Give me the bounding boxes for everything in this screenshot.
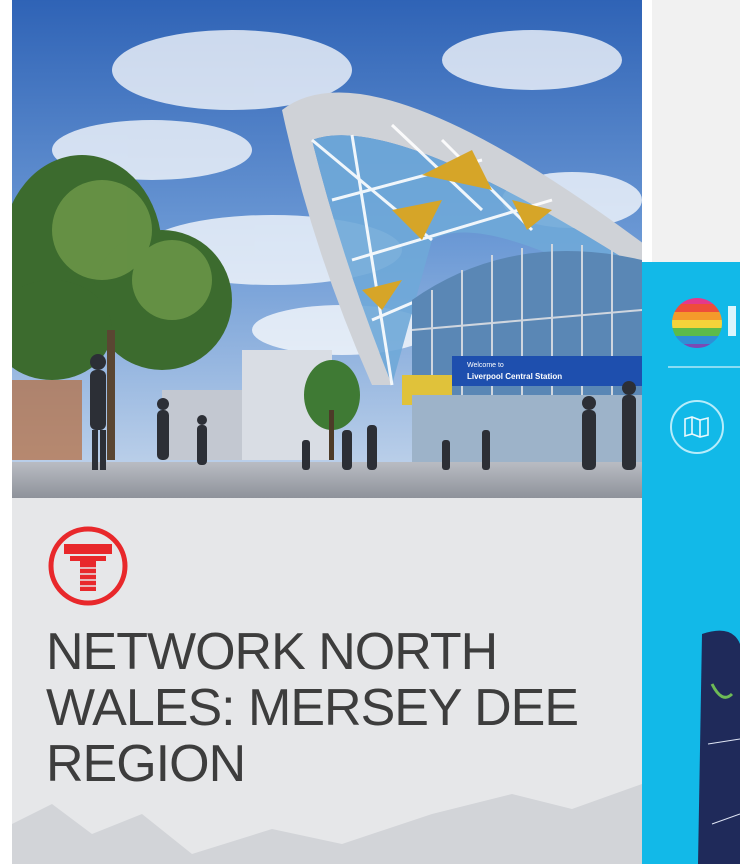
transport-t-logo-icon xyxy=(46,524,130,608)
map-preview xyxy=(698,630,740,864)
logo-text-fragment xyxy=(728,306,736,336)
rainbow-ball-logo-icon xyxy=(670,296,724,350)
next-card-peek[interactable] xyxy=(642,262,740,864)
title-line-1: NETWORK NORTH xyxy=(46,623,498,681)
map-icon[interactable] xyxy=(670,400,724,454)
mountain-decoration xyxy=(12,784,642,864)
hero-image: Welcome to Liverpool Central Station xyxy=(12,0,642,498)
article-card[interactable]: Welcome to Liverpool Central Station NET… xyxy=(12,0,642,864)
title-line-2: WALES: MERSEY DEE xyxy=(46,679,579,737)
background-panel-top xyxy=(652,0,740,262)
station-sign-line2: Liverpool Central Station xyxy=(467,372,562,381)
station-illustration: Welcome to Liverpool Central Station xyxy=(12,0,642,498)
article-title[interactable]: NETWORK NORTH WALES: MERSEY DEE REGION xyxy=(46,624,626,792)
divider xyxy=(668,366,740,368)
station-sign-line1: Welcome to xyxy=(467,362,504,369)
